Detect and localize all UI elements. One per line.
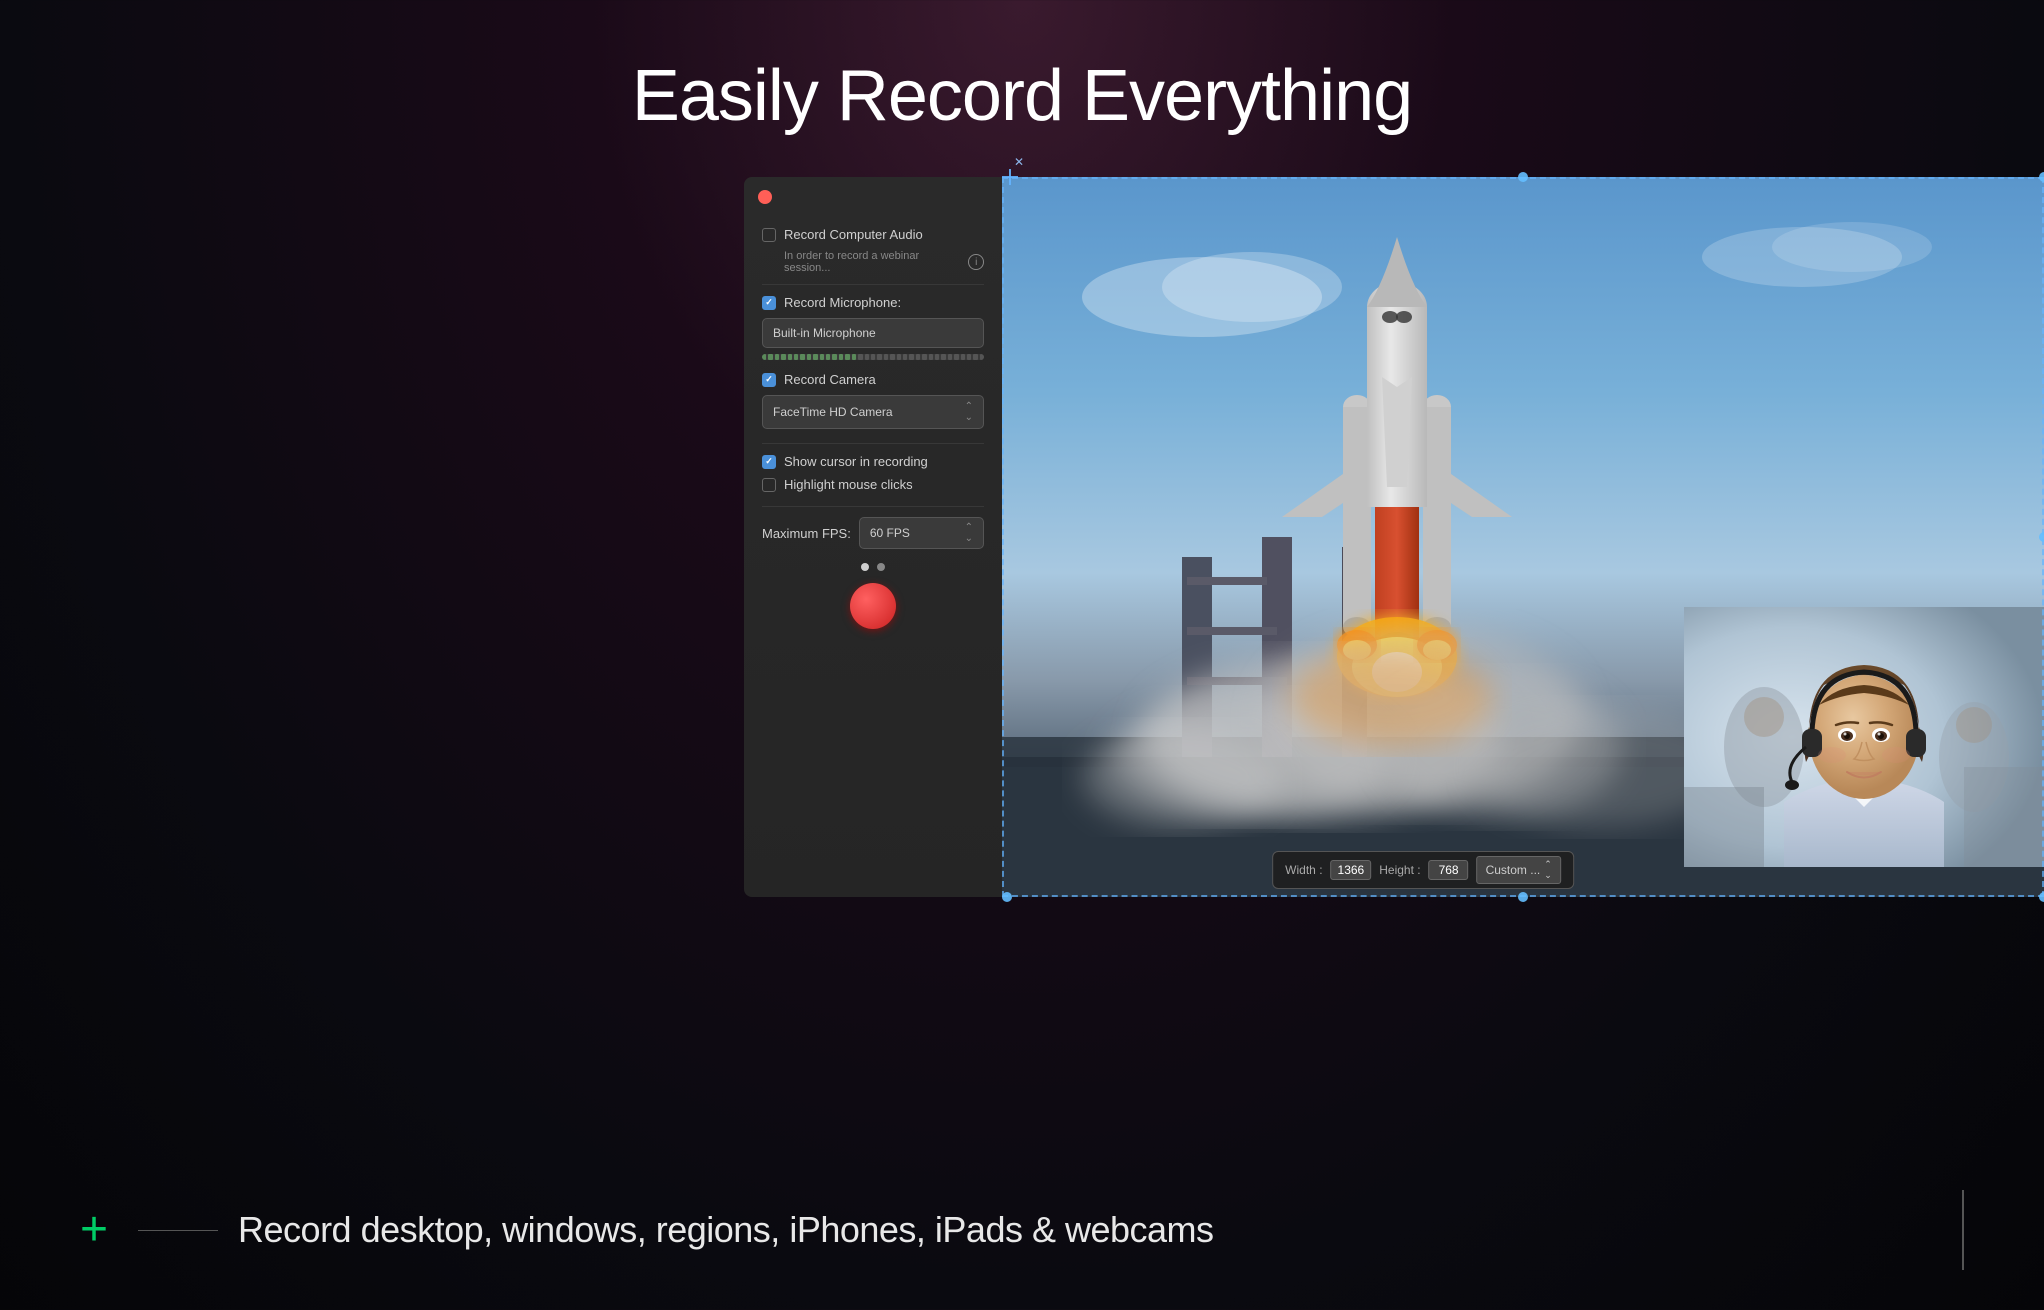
record-mic-checkbox[interactable]	[762, 296, 776, 310]
fps-selector[interactable]: 60 FPS ⌃⌄	[859, 517, 984, 549]
volume-segment	[973, 354, 977, 360]
volume-segment	[865, 354, 869, 360]
highlight-mouse-label: Highlight mouse clicks	[784, 477, 913, 492]
height-label: Height :	[1379, 863, 1420, 877]
highlight-mouse-row: Highlight mouse clicks	[762, 477, 984, 492]
record-button[interactable]	[850, 583, 896, 629]
record-mic-label: Record Microphone:	[784, 295, 901, 310]
bottom-description: Record desktop, windows, regions, iPhone…	[238, 1209, 1932, 1251]
volume-segment	[762, 354, 766, 360]
microphone-value: Built-in Microphone	[773, 326, 876, 340]
close-button[interactable]	[758, 190, 772, 204]
volume-segment	[909, 354, 913, 360]
record-audio-checkbox[interactable]	[762, 228, 776, 242]
info-icon[interactable]: i	[968, 254, 984, 270]
volume-segment	[807, 354, 811, 360]
bottom-line-right	[1962, 1190, 1964, 1270]
fps-label: Maximum FPS:	[762, 526, 851, 541]
camera-value: FaceTime HD Camera	[773, 405, 893, 419]
volume-segment	[941, 354, 945, 360]
width-value[interactable]: 1366	[1331, 860, 1372, 880]
control-panel: Record Computer Audio In order to record…	[744, 177, 1002, 897]
custom-dropdown[interactable]: Custom ... ⌃⌄	[1477, 856, 1561, 884]
volume-segment	[922, 354, 926, 360]
show-cursor-checkbox[interactable]	[762, 455, 776, 469]
volume-segment	[813, 354, 817, 360]
record-camera-label: Record Camera	[784, 372, 876, 387]
bottom-section: + Record desktop, windows, regions, iPho…	[0, 1150, 2044, 1310]
record-audio-label: Record Computer Audio	[784, 227, 923, 242]
bottom-line-left	[138, 1230, 218, 1231]
page-dot-2[interactable]	[877, 563, 885, 571]
volume-segment	[858, 354, 862, 360]
recording-area: ✕	[744, 177, 2044, 897]
panel-content: Record Computer Audio In order to record…	[744, 217, 1002, 639]
microphone-selector[interactable]: Built-in Microphone	[762, 318, 984, 348]
fps-row: Maximum FPS: 60 FPS ⌃⌄	[762, 517, 984, 549]
volume-segment	[961, 354, 965, 360]
volume-segment	[820, 354, 824, 360]
volume-segment	[980, 354, 984, 360]
width-label: Width :	[1285, 863, 1322, 877]
volume-segment	[903, 354, 907, 360]
divider-3	[762, 506, 984, 507]
record-mic-row: Record Microphone:	[762, 295, 984, 310]
divider-1	[762, 284, 984, 285]
volume-segment	[826, 354, 830, 360]
volume-segment	[871, 354, 875, 360]
highlight-mouse-checkbox[interactable]	[762, 478, 776, 492]
divider-2	[762, 443, 984, 444]
record-audio-row: Record Computer Audio	[762, 227, 984, 242]
show-cursor-label: Show cursor in recording	[784, 454, 928, 469]
record-camera-checkbox[interactable]	[762, 373, 776, 387]
title-bar	[744, 177, 1002, 217]
volume-segment	[935, 354, 939, 360]
volume-segment	[775, 354, 779, 360]
page-title: Easily Record Everything	[0, 0, 2044, 177]
volume-segment	[768, 354, 772, 360]
volume-segment	[916, 354, 920, 360]
volume-segment	[788, 354, 792, 360]
dropdown-chevron: ⌃⌄	[1544, 859, 1552, 881]
show-cursor-row: Show cursor in recording	[762, 454, 984, 469]
dimension-bar: Width : 1366 Height : 768 Custom ... ⌃⌄	[1272, 851, 1574, 889]
volume-segment	[839, 354, 843, 360]
webinar-note-row: In order to record a webinar session... …	[762, 250, 984, 274]
volume-segment	[890, 354, 894, 360]
webinar-note: In order to record a webinar session...	[784, 250, 962, 274]
volume-segment	[954, 354, 958, 360]
volume-segment	[800, 354, 804, 360]
volume-segment	[884, 354, 888, 360]
webcam-person-image	[1684, 607, 2044, 867]
volume-bar	[762, 354, 984, 360]
page-dot-1[interactable]	[861, 563, 869, 571]
preview-area: Width : 1366 Height : 768 Custom ... ⌃⌄	[1002, 177, 2044, 897]
volume-segment	[852, 354, 856, 360]
volume-segment	[897, 354, 901, 360]
volume-segment	[794, 354, 798, 360]
custom-label: Custom ...	[1486, 863, 1541, 877]
volume-segment	[967, 354, 971, 360]
page-dots	[762, 563, 984, 571]
record-camera-row: Record Camera	[762, 372, 984, 387]
volume-segment	[948, 354, 952, 360]
record-button-container	[762, 583, 984, 629]
webcam-overlay	[1684, 607, 2044, 867]
volume-segment	[929, 354, 933, 360]
plus-icon: +	[80, 1206, 108, 1254]
volume-segment	[845, 354, 849, 360]
camera-selector[interactable]: FaceTime HD Camera ⌃⌄	[762, 395, 984, 429]
fps-value: 60 FPS	[870, 526, 910, 540]
volume-segment	[781, 354, 785, 360]
volume-segment	[832, 354, 836, 360]
camera-chevron: ⌃⌄	[965, 401, 973, 423]
height-value[interactable]: 768	[1429, 860, 1469, 880]
fps-chevron: ⌃⌄	[965, 522, 973, 544]
volume-segment	[877, 354, 881, 360]
